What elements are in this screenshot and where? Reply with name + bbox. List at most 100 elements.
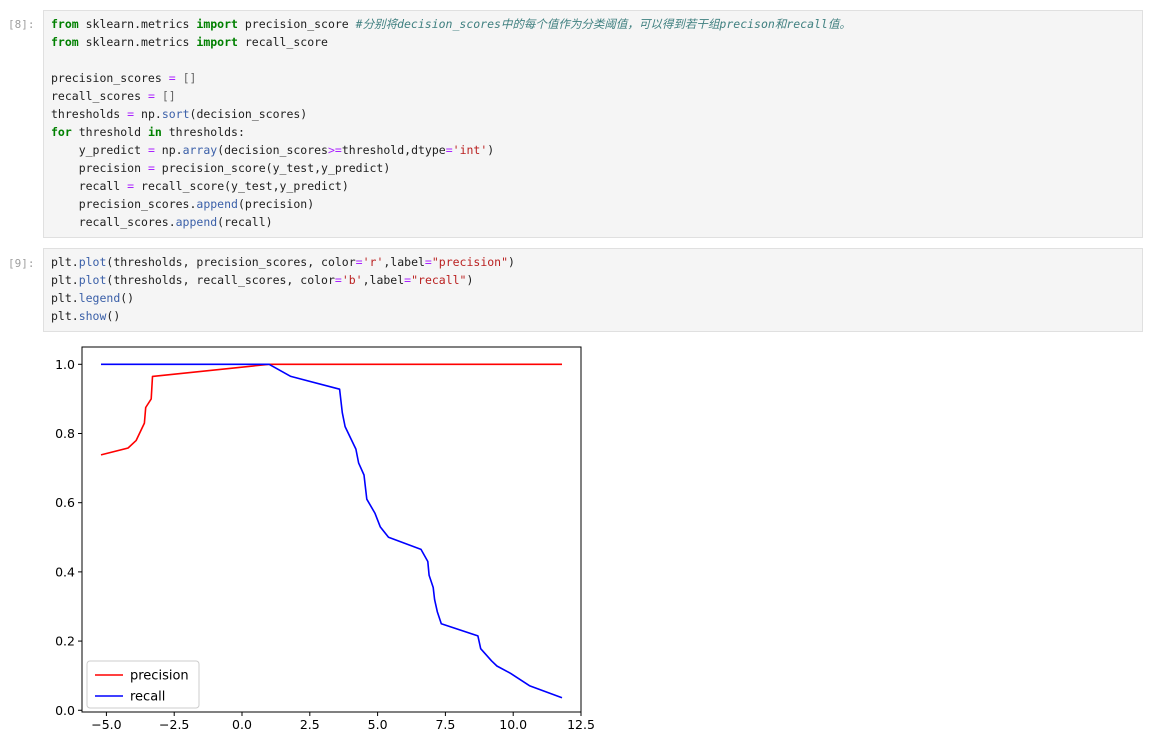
x-tick-label: 7.5	[435, 717, 455, 732]
code-token: import	[196, 17, 238, 31]
series-line-precision	[100, 363, 562, 456]
x-tick-label: 0.0	[232, 717, 252, 732]
code-token: 'int'	[452, 143, 488, 157]
code-line: for threshold in thresholds:	[51, 123, 245, 141]
code-token: "recall"	[411, 273, 467, 287]
code-token: precision	[51, 161, 148, 175]
y-tick-label: 0.8	[55, 426, 75, 441]
legend-label-precision: precision	[130, 669, 189, 684]
y-tick-label: 0.0	[55, 703, 75, 718]
code-token: y_predict	[51, 143, 148, 157]
code-token: (precision)	[237, 197, 315, 211]
code-token: show	[78, 309, 107, 323]
code-token: )	[487, 143, 495, 157]
code-token: "precision"	[431, 255, 509, 269]
code-token: (recall)	[217, 215, 273, 229]
code-token: ,label	[362, 273, 405, 287]
code-cell-8[interactable]: [8]: from sklearn.metrics import precisi…	[0, 10, 1152, 238]
x-tick-label: −2.5	[159, 717, 189, 732]
y-tick-label: 0.2	[55, 634, 75, 649]
code-editor[interactable]: from sklearn.metrics import precision_sc…	[43, 10, 1143, 238]
code-token: =	[424, 255, 432, 269]
x-tick-label: 2.5	[300, 717, 320, 732]
code-token: []	[161, 89, 176, 103]
code-line: precision_scores = []	[51, 69, 196, 87]
cell-prompt: [8]:	[8, 18, 35, 31]
y-tick-label: 1.0	[55, 357, 75, 372]
series-line-recall	[101, 363, 563, 699]
x-tick-label: 12.5	[567, 717, 595, 732]
code-token: for	[51, 125, 72, 139]
code-token: []	[182, 71, 197, 85]
code-token: recall_scores	[51, 89, 148, 103]
code-token: recall_scores.	[51, 215, 176, 229]
code-token: 'r'	[362, 255, 384, 269]
code-editor[interactable]: plt.plot(thresholds, precision_scores, c…	[43, 248, 1143, 332]
code-token: =	[147, 89, 155, 103]
code-token: >=	[327, 143, 342, 157]
code-line: precision = precision_score(y_test,y_pre…	[51, 159, 391, 177]
code-token: plot	[78, 255, 107, 269]
code-token: in	[147, 125, 162, 139]
code-token: np.	[134, 107, 162, 121]
code-line: thresholds = np.sort(decision_scores)	[51, 105, 307, 123]
code-token: =	[334, 273, 342, 287]
code-token: #分别将decision_scores中的每个值作为分类阈值，可以得到若干组pr…	[355, 17, 851, 31]
code-token: array	[182, 143, 218, 157]
code-token: recall	[51, 179, 128, 193]
code-line: plt.legend()	[51, 289, 134, 307]
code-token: from	[51, 35, 79, 49]
code-token: precision_scores	[51, 71, 169, 85]
code-token: thresholds	[51, 107, 128, 121]
code-token: from	[51, 17, 79, 31]
code-token: ()	[106, 309, 121, 323]
code-token: )	[508, 255, 515, 269]
code-token: =	[355, 255, 363, 269]
code-line: plt.show()	[51, 307, 120, 325]
x-tick-label: −5.0	[91, 717, 121, 732]
code-token: plt.	[51, 273, 79, 287]
code-token: ,label	[383, 255, 425, 269]
x-tick-label: 10.0	[499, 717, 527, 732]
code-token: append	[175, 215, 218, 229]
legend-label-recall: recall	[130, 690, 165, 705]
code-token: recall_score	[237, 35, 328, 49]
cell-prompt: [9]:	[8, 257, 35, 270]
code-line: recall_scores = []	[51, 87, 176, 105]
y-tick-label: 0.6	[55, 495, 75, 510]
code-line: recall = recall_score(y_test,y_predict)	[51, 177, 349, 195]
line-chart: −5.0 −2.5 0.0 2.5 5.0 7.5 10.0 12.5 0.0 0.2 0.4 0.6…	[55, 346, 595, 732]
code-token: (decision_scores	[217, 143, 328, 157]
code-line: recall_scores.append(recall)	[51, 213, 273, 231]
code-cell-9[interactable]: [9]: plt.plot(thresholds, precision_scor…	[0, 248, 1152, 332]
code-line: y_predict = np.array(decision_scores>=th…	[51, 141, 495, 159]
code-token: precision_score(y_test,y_predict)	[154, 161, 391, 175]
code-token: plt.	[51, 255, 79, 269]
code-token: sort	[161, 107, 190, 121]
code-token: =	[445, 143, 453, 157]
code-token: legend	[78, 291, 121, 305]
y-tick-label: 0.4	[55, 564, 75, 579]
code-token: plot	[78, 273, 107, 287]
code-token: sklearn.metrics	[78, 35, 197, 49]
code-token: plt.	[51, 309, 79, 323]
code-line: precision_scores.append(precision)	[51, 195, 314, 213]
code-token: (thresholds, recall_scores, color	[106, 273, 335, 287]
code-token: threshold,dtype	[341, 143, 446, 157]
code-token: =	[168, 71, 176, 85]
code-line: plt.plot(thresholds, precision_scores, c…	[51, 253, 515, 271]
code-token: precision_score	[237, 17, 356, 31]
x-tick-label: 5.0	[368, 717, 388, 732]
code-token: =	[147, 143, 155, 157]
code-token: )	[466, 273, 474, 287]
cell-output: −5.0 −2.5 0.0 2.5 5.0 7.5 10.0 12.5 0.0 0.2 0.4 0.6…	[43, 336, 613, 746]
code-line: plt.plot(thresholds, recall_scores, colo…	[51, 271, 473, 289]
code-token: np.	[154, 143, 183, 157]
code-line: from sklearn.metrics import recall_score	[51, 33, 328, 51]
code-token: precision_scores.	[51, 197, 197, 211]
plot-frame	[81, 346, 582, 713]
code-token: sklearn.metrics	[78, 17, 197, 31]
code-token: import	[196, 35, 238, 49]
